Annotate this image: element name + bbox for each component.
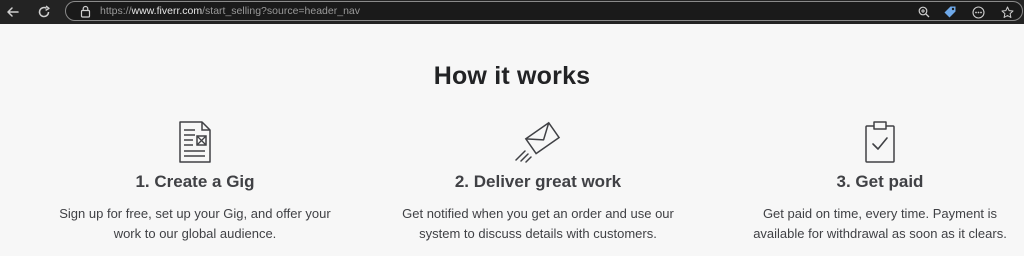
document-icon (35, 120, 355, 164)
back-arrow-icon[interactable] (4, 3, 22, 21)
step-desc-line2: available for withdrawal as soon as it c… (753, 226, 1007, 241)
step-create-gig: 1. Create a Gig Sign up for free, set up… (35, 120, 355, 244)
tag-icon[interactable] (942, 4, 958, 20)
step-desc-line1: Sign up for free, set up your Gig, and o… (59, 206, 331, 221)
lock-icon[interactable] (80, 5, 91, 23)
url-host: www.fiverr.com (131, 5, 203, 17)
step-desc-line1: Get paid on time, every time. Payment is (762, 206, 998, 221)
clipboard-check-icon (720, 120, 1024, 164)
step-description: Sign up for free, set up your Gig, and o… (35, 204, 355, 244)
step-title: 3. Get paid (836, 172, 924, 191)
step-get-paid: 3. Get paid Get paid on time, every time… (720, 120, 1024, 244)
reload-icon[interactable] (35, 3, 53, 21)
step-desc-line2: work to our global audience. (113, 226, 277, 241)
address-bar[interactable]: https://www.fiverr.com/start_selling?sou… (65, 1, 1023, 21)
url-text: https://www.fiverr.com/start_selling?sou… (100, 5, 360, 17)
zoom-icon[interactable] (916, 4, 932, 20)
step-deliver-work: 2. Deliver great work Get notified when … (378, 120, 698, 244)
page-content: How it works 1. Create a Gig Sign up for… (0, 24, 1024, 256)
step-title: 1. Create a Gig (135, 172, 255, 191)
section-title: How it works (433, 62, 591, 90)
step-title: 2. Deliver great work (454, 172, 622, 191)
step-description: Get paid on time, every time. Payment is… (720, 204, 1024, 244)
browser-toolbar: https://www.fiverr.com/start_selling?sou… (0, 0, 1024, 24)
more-icon[interactable] (970, 4, 986, 20)
star-icon[interactable] (999, 4, 1015, 20)
step-desc-line1: Get notified when you get an order and u… (402, 206, 674, 221)
paper-plane-envelope-icon (378, 120, 698, 164)
url-prefix: https:// (100, 5, 132, 17)
step-desc-line2: system to discuss details with customers… (419, 226, 657, 241)
url-path: /start_selling?source=header_nav (202, 5, 361, 17)
step-description: Get notified when you get an order and u… (378, 204, 698, 244)
